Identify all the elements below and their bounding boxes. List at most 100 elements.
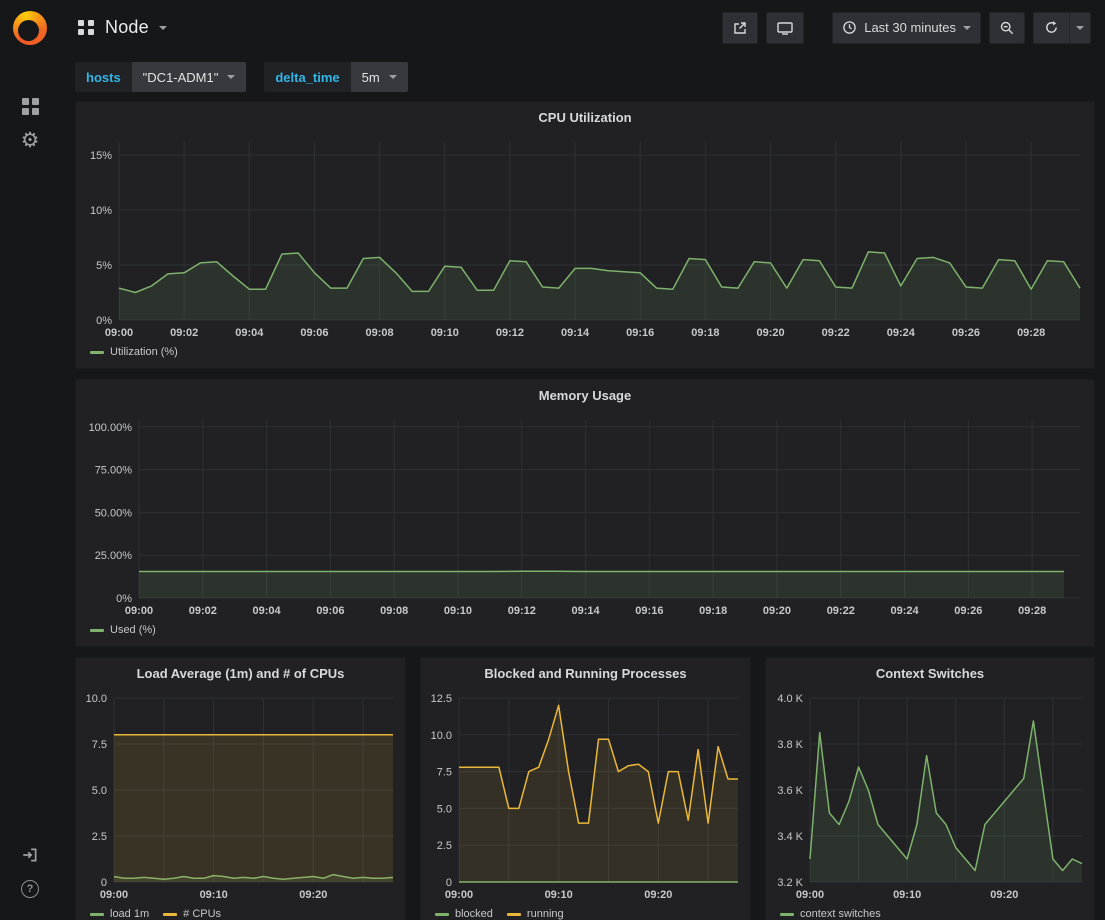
- svg-text:2.5: 2.5: [92, 831, 107, 843]
- svg-text:2.5: 2.5: [437, 840, 452, 852]
- svg-text:09:28: 09:28: [1017, 327, 1045, 339]
- legend-item[interactable]: context switches: [780, 908, 881, 920]
- panel-title[interactable]: Blocked and Running Processes: [421, 658, 750, 688]
- variable-value-dropdown[interactable]: "DC1-ADM1": [132, 62, 247, 92]
- svg-text:09:10: 09:10: [444, 605, 472, 617]
- refresh-button-group: [1033, 12, 1091, 44]
- refresh-interval-dropdown[interactable]: [1069, 12, 1091, 44]
- svg-text:3.6 K: 3.6 K: [777, 785, 803, 797]
- svg-text:09:26: 09:26: [954, 605, 982, 617]
- variable-value-dropdown[interactable]: 5m: [351, 62, 408, 92]
- svg-text:09:20: 09:20: [756, 327, 784, 339]
- legend-label: running: [527, 908, 564, 920]
- sidebar: ⚙ ?: [0, 0, 60, 920]
- memory-usage-chart[interactable]: 0%25.00%50.00%75.00%100.00%09:0009:0209:…: [76, 410, 1094, 620]
- panel-load-average: Load Average (1m) and # of CPUs 02.55.07…: [75, 657, 406, 920]
- zoom-out-button[interactable]: [989, 12, 1025, 44]
- svg-text:3.2 K: 3.2 K: [777, 877, 803, 889]
- sidebar-item-sign-in[interactable]: [10, 838, 50, 872]
- chevron-down-icon: [963, 26, 971, 30]
- sidebar-item-dashboards[interactable]: [10, 89, 50, 123]
- svg-text:09:20: 09:20: [763, 605, 791, 617]
- cpu-utilization-chart[interactable]: 0%5%10%15%09:0009:0209:0409:0609:0809:10…: [76, 132, 1094, 342]
- panel-cpu-utilization: CPU Utilization 0%5%10%15%09:0009:0209:0…: [75, 101, 1095, 369]
- svg-text:50.00%: 50.00%: [95, 507, 133, 519]
- legend-label: Used (%): [110, 624, 156, 636]
- svg-text:25.00%: 25.00%: [95, 550, 133, 562]
- share-icon: [732, 20, 748, 36]
- legend-item[interactable]: load 1m: [90, 908, 149, 920]
- sidebar-item-configuration[interactable]: ⚙: [10, 123, 50, 157]
- svg-text:4.0 K: 4.0 K: [777, 693, 803, 705]
- svg-text:09:00: 09:00: [445, 889, 473, 901]
- panel-context-switches: Context Switches 3.2 K 3.4 K 3.6 K 3.8 K 4.0…: [765, 657, 1095, 920]
- refresh-button[interactable]: [1033, 12, 1069, 44]
- variable-value: 5m: [362, 70, 380, 85]
- svg-text:09:00: 09:00: [796, 889, 824, 901]
- svg-text:09:26: 09:26: [952, 327, 980, 339]
- sign-in-icon: [21, 846, 39, 864]
- svg-text:09:04: 09:04: [253, 605, 282, 617]
- sidebar-item-help[interactable]: ?: [10, 872, 50, 906]
- cycle-view-button[interactable]: [766, 12, 804, 44]
- legend-label: load 1m: [110, 908, 149, 920]
- share-button[interactable]: [722, 12, 758, 44]
- panel-title[interactable]: Load Average (1m) and # of CPUs: [76, 658, 405, 688]
- svg-text:09:00: 09:00: [105, 327, 133, 339]
- main-area: Node Last 30: [60, 0, 1105, 920]
- dashboard-submenu: hosts "DC1-ADM1" delta_time 5m: [60, 55, 1105, 99]
- legend-item[interactable]: running: [507, 908, 564, 920]
- chevron-down-icon: [1076, 26, 1084, 30]
- load-average-chart[interactable]: 02.55.07.510.009:0009:1009:20: [76, 688, 405, 904]
- panel-title[interactable]: CPU Utilization: [76, 102, 1094, 132]
- variable-hosts[interactable]: hosts "DC1-ADM1": [75, 62, 246, 92]
- panel-title[interactable]: Memory Usage: [76, 380, 1094, 410]
- dashboards-icon: [22, 98, 39, 115]
- svg-text:09:22: 09:22: [822, 327, 850, 339]
- svg-text:7.5: 7.5: [437, 767, 452, 779]
- svg-text:5.0: 5.0: [92, 785, 107, 797]
- svg-text:3.8 K: 3.8 K: [777, 739, 803, 751]
- dashboard-icon: [78, 20, 95, 35]
- gear-icon: ⚙: [21, 130, 40, 151]
- legend-label: # CPUs: [183, 908, 221, 920]
- legend-item[interactable]: # CPUs: [163, 908, 221, 920]
- panel-blocked-running: Blocked and Running Processes 02.55.07.5…: [420, 657, 751, 920]
- svg-text:3.4 K: 3.4 K: [777, 831, 803, 843]
- svg-text:09:14: 09:14: [572, 605, 601, 617]
- legend-color-mark: [90, 913, 104, 916]
- legend-color-mark: [90, 351, 104, 354]
- variable-delta-time[interactable]: delta_time 5m: [264, 62, 407, 92]
- chevron-down-icon: [227, 75, 235, 79]
- time-range-picker[interactable]: Last 30 minutes: [832, 12, 981, 44]
- svg-text:09:16: 09:16: [635, 605, 663, 617]
- search-icon: [999, 20, 1015, 36]
- svg-text:09:10: 09:10: [431, 327, 459, 339]
- grafana-flame-icon: [13, 11, 47, 45]
- legend-item[interactable]: Utilization (%): [90, 346, 178, 358]
- blocked-running-chart[interactable]: 02.55.07.510.012.509:0009:1009:20: [421, 688, 750, 904]
- panel-title[interactable]: Context Switches: [766, 658, 1094, 688]
- legend-item[interactable]: Used (%): [90, 624, 156, 636]
- svg-text:09:06: 09:06: [300, 327, 328, 339]
- legend-label: blocked: [455, 908, 493, 920]
- time-range-label: Last 30 minutes: [864, 20, 956, 35]
- grafana-logo[interactable]: [0, 0, 60, 55]
- svg-text:09:24: 09:24: [890, 605, 919, 617]
- svg-text:12.5: 12.5: [431, 693, 452, 705]
- svg-text:100.00%: 100.00%: [89, 422, 133, 434]
- legend-item[interactable]: blocked: [435, 908, 493, 920]
- svg-text:09:06: 09:06: [316, 605, 344, 617]
- context-switches-chart[interactable]: 3.2 K3.4 K3.6 K3.8 K4.0 K09:0009:1009:20: [766, 688, 1094, 904]
- svg-text:09:02: 09:02: [189, 605, 217, 617]
- svg-text:09:18: 09:18: [691, 327, 719, 339]
- bottom-panel-row: Load Average (1m) and # of CPUs 02.55.07…: [75, 657, 1095, 920]
- svg-text:75.00%: 75.00%: [95, 465, 133, 477]
- svg-text:5.0: 5.0: [437, 803, 452, 815]
- dashboard-grid: CPU Utilization 0%5%10%15%09:0009:0209:0…: [60, 99, 1105, 920]
- svg-text:7.5: 7.5: [92, 739, 107, 751]
- variable-label: delta_time: [264, 62, 350, 92]
- top-nav-actions: Last 30 minutes: [722, 12, 1091, 44]
- svg-text:09:02: 09:02: [170, 327, 198, 339]
- dashboard-title-dropdown[interactable]: Node: [78, 17, 167, 38]
